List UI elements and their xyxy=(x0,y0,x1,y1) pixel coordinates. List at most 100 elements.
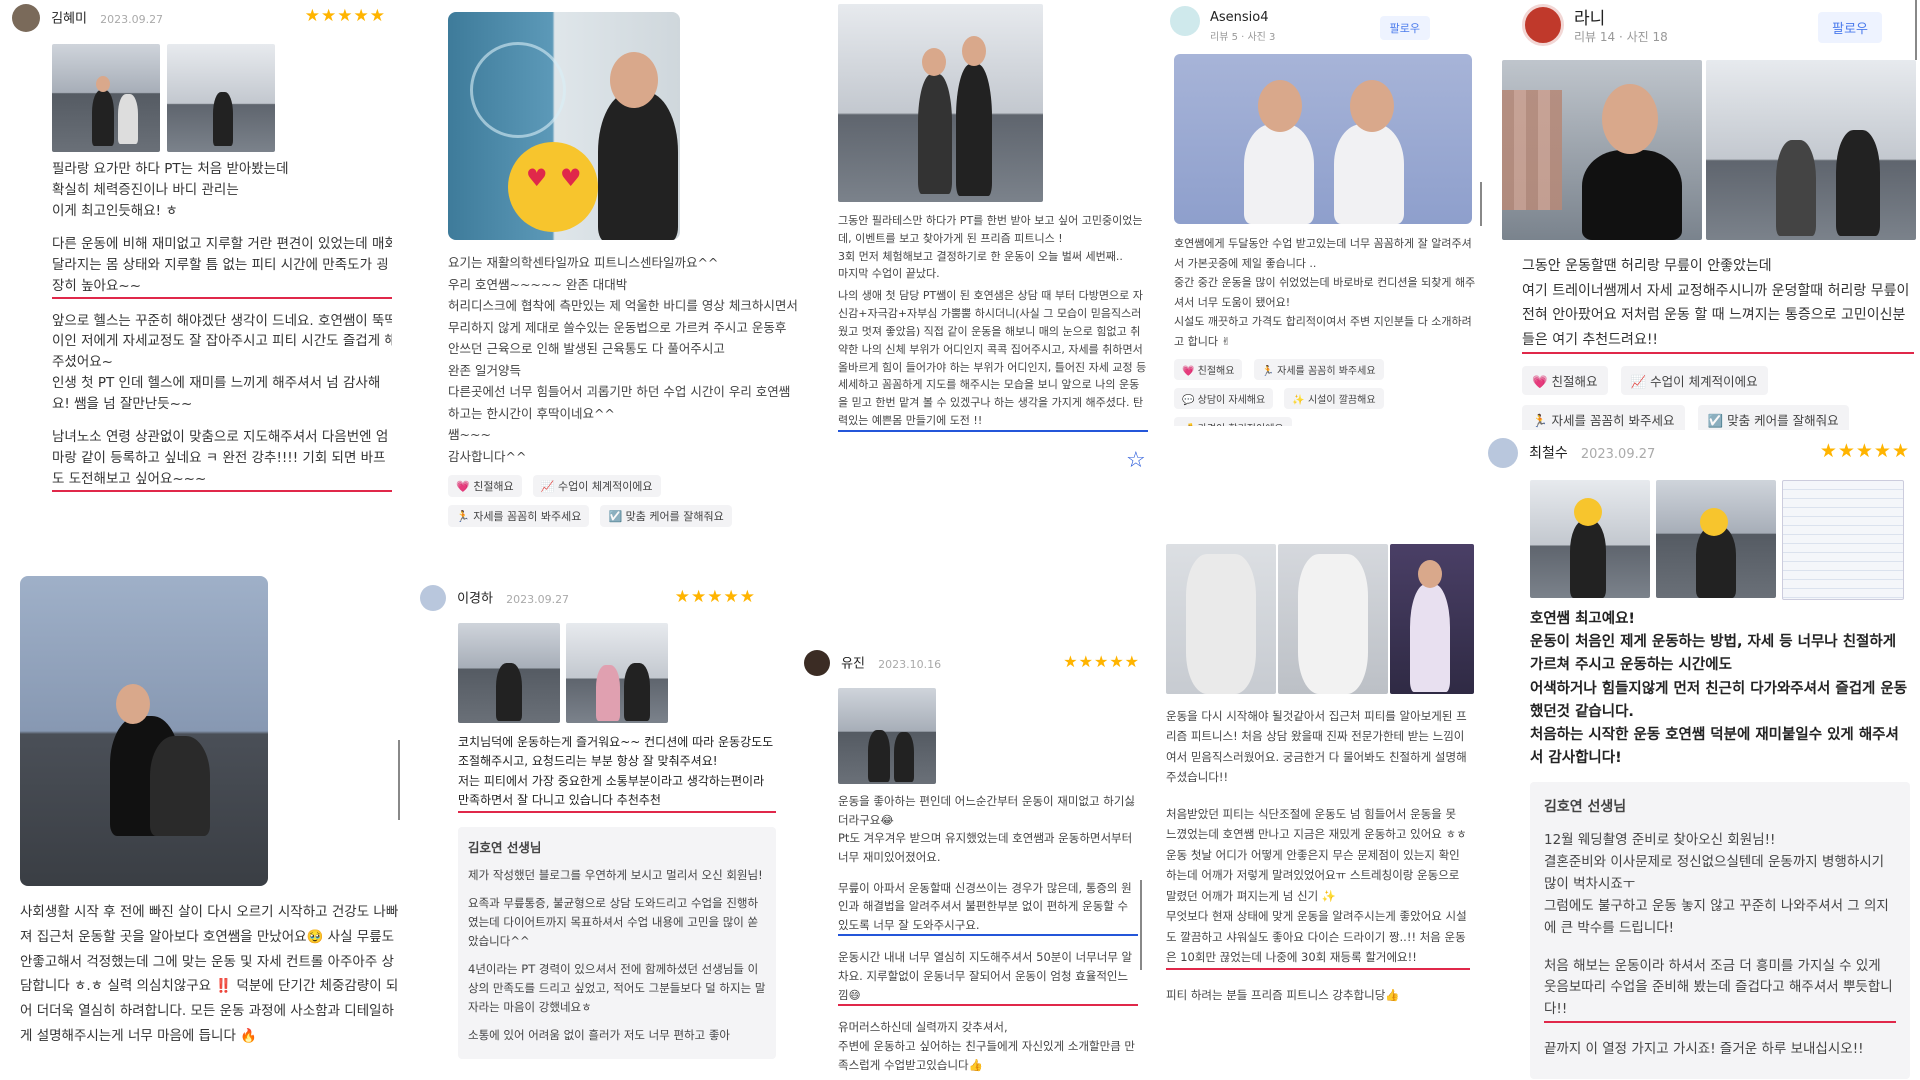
review-text-highlighted: 나의 생애 첫 담당 PT쌤이 된 호연샘은 상담 때 부터 다방면으로 자신감… xyxy=(838,287,1148,432)
review-text: 처음받았던 피티는 식단조절에 운동도 넘 힘들어서 운동을 못 느꼈었는데 호… xyxy=(1166,804,1470,970)
review-photo[interactable] xyxy=(1782,480,1904,600)
review-card-rehab: ♥ ♥ 요기는 재활의학센타일까요 피트니스센타일까요^^ 우리 호연쌤~~~~… xyxy=(440,0,800,545)
review-card-kimhyemi: 김혜미 2023.09.27 ★★★★★ 필라랑 요가만 하다 PT는 처음 받… xyxy=(12,4,392,544)
scrollbar[interactable] xyxy=(1480,182,1482,226)
reply-text: 끝까지 이 열정 가지고 가시죠! 즐거운 하루 보내십시오!! xyxy=(1544,1041,1864,1058)
scrollbar[interactable] xyxy=(398,740,400,820)
review-card-yujin: 유진 2023.10.16 ★★★★★ 운동을 좋아하는 편인데 어느순간부터 … xyxy=(804,650,1144,1080)
reviewer-meta: 리뷰 5 · 사진 3 xyxy=(1210,32,1276,43)
review-card-weightloss: 사회생활 시작 후 전에 빠진 살이 다시 오르기 시작하고 건강도 나빠져 집… xyxy=(12,570,412,1080)
avatar[interactable] xyxy=(1170,6,1200,36)
reviewer-name[interactable]: 김혜미 xyxy=(51,12,87,27)
review-date: 2023.09.27 xyxy=(100,12,164,26)
reviewer-meta: 리뷰 14 · 사진 18 xyxy=(1574,30,1668,44)
trainer-reply: 김호연 선생님 12월 웨딩촬영 준비로 찾아오신 회원님!! 결혼준비와 이사… xyxy=(1530,782,1910,1080)
review-header: 김혜미 2023.09.27 ★★★★★ xyxy=(12,4,392,38)
review-text: 운동을 다시 시작해야 될것같아서 집근처 피티를 알아보게된 프리즘 피트니스… xyxy=(1166,709,1467,785)
tag-custom-care: ☑️ 맞춤 케어를 잘해줘요 xyxy=(1697,405,1849,430)
tag-custom-care: ☑️ 맞춤 케어를 잘해줘요 xyxy=(600,505,732,527)
review-photo[interactable] xyxy=(458,623,560,723)
review-card-rani: 라니 리뷰 14 · 사진 18 팔로우 그동안 운동할땐 허리랑 무릎이 안좋… xyxy=(1500,0,1920,430)
mosaic-blur xyxy=(1502,90,1562,210)
review-text: 요기는 재활의학센타일까요 피트니스센타일까요^^ 우리 호연쌤~~~~~ 완존… xyxy=(448,255,798,464)
tag-reasonable-price: 💰 가격이 합리적이에요 xyxy=(1174,417,1292,426)
relieved-emoji-icon xyxy=(1700,508,1728,536)
heart-eye-icon: ♥ xyxy=(526,164,548,192)
tag-systematic: 📈 수업이 체계적이에요 xyxy=(1620,366,1768,395)
avatar[interactable] xyxy=(12,4,40,32)
review-photo[interactable] xyxy=(838,688,936,784)
review-date: 2023.10.16 xyxy=(878,657,942,671)
review-photo[interactable] xyxy=(1278,544,1388,694)
review-photo[interactable] xyxy=(1656,480,1776,598)
avatar[interactable] xyxy=(420,585,446,611)
tag-systematic: 📈 수업이 체계적이에요 xyxy=(532,475,661,497)
review-text: 남녀노소 연령 상관없이 맞춤으로 지도해주셔서 다음번엔 엄마랑 같이 등록하… xyxy=(52,427,392,492)
review-header: Asensio4 리뷰 5 · 사진 3 팔로우 xyxy=(1170,6,1490,46)
review-photo[interactable] xyxy=(167,44,275,152)
tag-list: 💗 친절해요 📈 수업이 체계적이에요 🏃 자세를 꼼꼼히 봐주세요 ☑️ 맞춤… xyxy=(1522,366,1914,430)
review-text: 사회생활 시작 후 전에 빠진 살이 다시 오르기 시작하고 건강도 나빠져 집… xyxy=(20,904,399,1045)
reply-text: 소통에 있어 어려움 없이 흘러가 저도 너무 편하고 좋아 xyxy=(468,1028,731,1043)
tag-kind: 💗 친절해요 xyxy=(448,475,522,497)
review-date: 2023.09.27 xyxy=(1580,446,1656,462)
follow-button[interactable]: 팔로우 xyxy=(1818,12,1882,43)
avatar[interactable] xyxy=(1488,438,1518,468)
review-card-choicheolsu: 최철수 2023.09.27 ★★★★★ 호연쌤 최고예요! 운동이 처음인 제… xyxy=(1488,438,1920,1080)
review-photo[interactable] xyxy=(1502,60,1702,240)
reply-text: 요족과 무릎통증, 불균형으로 상담 도와드리고 수업을 진행하였는데 다이어트… xyxy=(468,896,759,948)
tag-consultation: 💬 상담이 자세해요 xyxy=(1174,388,1274,410)
avatar[interactable] xyxy=(804,650,830,676)
review-photo[interactable] xyxy=(1166,544,1276,694)
review-date: 2023.09.27 xyxy=(506,592,570,606)
review-header: 라니 리뷰 14 · 사진 18 팔로우 xyxy=(1500,0,1920,50)
review-photo[interactable] xyxy=(1390,544,1474,694)
reviewer-name[interactable]: 이경하 xyxy=(457,592,493,607)
tag-clean-facility: ✨ 시설이 깔끔해요 xyxy=(1284,388,1384,410)
review-text: 다른 운동에 비해 재미없고 지루할 거란 편견이 있었는데 매회 달라지는 몸… xyxy=(52,234,392,299)
review-photo[interactable] xyxy=(1174,54,1472,224)
reply-text: 12월 웨딩촬영 준비로 찾아오신 회원님!! 결혼준비와 이사문제로 정신없으… xyxy=(1544,832,1889,936)
scrollbar[interactable] xyxy=(1140,880,1142,970)
review-photo[interactable] xyxy=(52,44,160,152)
follow-button[interactable]: 팔로우 xyxy=(1379,16,1430,40)
review-card-pilates: 그동안 필라테스만 하다가 PT를 한번 받아 보고 싶어 고민중이었는데, 이… xyxy=(830,0,1150,505)
tag-posture: 🏃 자세를 꼼꼼히 봐주세요 xyxy=(448,505,590,527)
tag-kind: 💗 친절해요 xyxy=(1174,359,1243,381)
review-card-leegyeongha: 이경하 2023.09.27 ★★★★★ 코치님덕에 운동하는게 즐거워요~~ … xyxy=(420,585,780,1080)
rating-stars: ★★★★★ xyxy=(1819,440,1910,462)
tag-list: 💗 친절해요 📈 수업이 체계적이에요 🏃 자세를 꼼꼼히 봐주세요 ☑️ 맞춤… xyxy=(448,475,800,535)
reviewer-name[interactable]: 유진 xyxy=(841,657,865,672)
star-doodle-icon: ☆ xyxy=(1126,448,1146,473)
review-photo[interactable] xyxy=(20,576,268,886)
reply-text: 처음 해보는 운동이라 하셔서 조금 더 흥미를 가지실 수 있게 웃음보따리 … xyxy=(1544,956,1896,1024)
tag-posture: 🏃 자세를 꼼꼼히 봐주세요 xyxy=(1253,359,1384,381)
reviewer-name[interactable]: 라니 xyxy=(1574,4,1605,29)
trainer-reply: 김호연 선생님 제가 작성했던 블로그를 우연하게 보시고 멀리서 오신 회원님… xyxy=(458,826,776,1059)
avatar[interactable] xyxy=(1522,4,1564,46)
review-photo[interactable] xyxy=(1530,480,1650,598)
review-card-shoulder: 운동을 다시 시작해야 될것같아서 집근처 피티를 알아보게된 프리즘 피트니스… xyxy=(1164,540,1474,1080)
tag-list: 💗 친절해요 🏃 자세를 꼼꼼히 봐주세요 💬 상담이 자세해요 ✨ 시설이 깔… xyxy=(1174,359,1479,426)
review-photo[interactable] xyxy=(838,4,1043,202)
review-text: 호연쌤에게 두달동안 수업 받고있는데 너무 꼼꼼하게 잘 알려주셔서 가본곳중… xyxy=(1174,237,1476,348)
review-photo[interactable] xyxy=(566,623,668,723)
heart-eye-icon: ♥ xyxy=(560,164,582,192)
sunglasses-emoji-icon xyxy=(1574,498,1602,526)
tag-posture: 🏃 자세를 꼼꼼히 봐주세요 xyxy=(1522,405,1685,430)
reply-text: 4년이라는 PT 경력이 있으셔서 전에 함께하셨던 선생님들 이상의 만족도를… xyxy=(468,962,766,1014)
reviewer-name[interactable]: Asensio4 xyxy=(1210,10,1269,25)
rating-stars: ★★★★★ xyxy=(1063,652,1140,671)
review-text: 필라랑 요가만 하다 PT는 처음 받아봤는데 확실히 체력증진이나 바디 관리… xyxy=(52,161,289,219)
heart-eyes-emoji-icon xyxy=(508,142,598,232)
review-text: 앞으로 헬스는 꾸준히 해야겠단 생각이 드네요. 호연쌤이 뚝딱이인 저에게 … xyxy=(52,312,392,413)
review-header: 이경하 2023.09.27 ★★★★★ xyxy=(420,585,780,617)
review-header: 최철수 2023.09.27 ★★★★★ xyxy=(1488,438,1920,474)
scrollbar[interactable] xyxy=(1915,0,1917,60)
review-text: 코치님덕에 운동하는게 즐거워요~~ 컨디션에 따라 운동강도도 조절해주시고,… xyxy=(458,733,776,813)
review-photo[interactable] xyxy=(1706,60,1916,240)
review-text: 유머러스하신데 실력까지 갖추셔서, 주변에 운동하고 싶어하는 친구들에게 자… xyxy=(838,1020,1136,1072)
review-text: 운동시간 내내 너무 열심히 지도해주셔서 50분이 너무너무 알차요. 지루할… xyxy=(838,948,1138,1007)
reviewer-name[interactable]: 최철수 xyxy=(1529,446,1568,462)
review-photo[interactable]: ♥ ♥ xyxy=(448,12,680,240)
